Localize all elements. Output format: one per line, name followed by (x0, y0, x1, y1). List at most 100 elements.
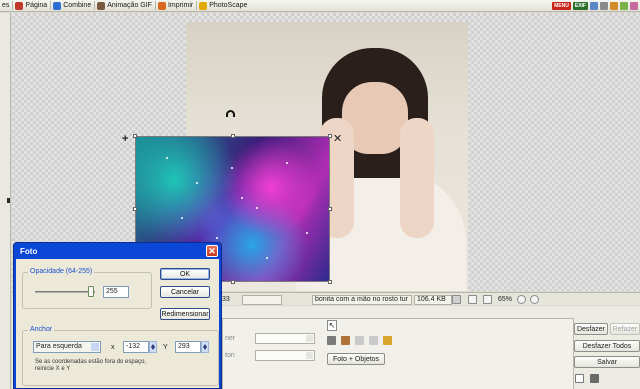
layer-up-icon[interactable] (355, 336, 364, 345)
filename-field: bonita com a mão no rosto tur (312, 295, 412, 305)
option-combo-a[interactable] (255, 333, 315, 344)
resize-handle[interactable] (328, 280, 332, 284)
y-coordinate-input[interactable]: 293 (175, 341, 201, 353)
print-icon (157, 1, 166, 10)
opacity-group: Opacidade (64-255) 255 (22, 268, 152, 309)
delete-object-icon[interactable]: ✕ (333, 134, 342, 145)
zoom-fit-icon[interactable] (468, 295, 477, 304)
empty-status-field (242, 295, 282, 305)
x-spin-buttons[interactable] (149, 341, 157, 353)
resize-handle[interactable] (133, 207, 137, 211)
cursor-tool-icon[interactable]: ↖ (327, 320, 337, 331)
toolbar-item-label: Imprimir (167, 2, 194, 9)
ok-button[interactable]: OK (160, 268, 210, 280)
zoom-in-icon[interactable] (517, 295, 526, 304)
anchor-group: Anchor Para esquerda x -132 Y 293 Se as … (22, 326, 219, 386)
photo-arm-right (400, 118, 434, 238)
resize-handle[interactable] (133, 134, 137, 138)
toolbar-item-label: Página (25, 2, 48, 9)
exif-badge[interactable]: EXIF (572, 2, 588, 10)
left-panel-edge[interactable] (0, 13, 11, 389)
x-label: x (111, 344, 115, 351)
toolbar-item-arrow[interactable]: es (0, 0, 12, 12)
option-label-a: ner (225, 335, 236, 342)
star (241, 197, 243, 199)
splitter-handle[interactable] (7, 198, 10, 203)
tools-icon[interactable] (620, 2, 628, 10)
chevron-down-icon[interactable] (91, 343, 99, 351)
zoom-level: 65% (498, 296, 513, 303)
star (216, 237, 218, 239)
rotate-handle-icon[interactable] (226, 110, 235, 117)
dialog-title: Foto (20, 246, 38, 256)
cancel-button[interactable]: Cancelar (160, 286, 210, 298)
filesize-field: 106.4 KB (414, 295, 452, 305)
opacity-group-label: Opacidade (64-255) (28, 268, 95, 275)
undo-all-button[interactable]: Desfazer Todos (574, 340, 640, 352)
help-icon[interactable] (610, 2, 618, 10)
resize-handle[interactable] (328, 134, 332, 138)
dialog-body: Opacidade (64-255) 255 OK Cancelar Redim… (16, 259, 219, 388)
move-cross-icon[interactable]: + (122, 134, 128, 145)
coordinates-note: Se as coordenadas estão fora do espaço, … (35, 359, 147, 372)
star (256, 207, 258, 209)
star (306, 232, 308, 234)
star (286, 162, 288, 164)
toolbar-item-label: Animação GIF (107, 2, 152, 9)
star (196, 182, 198, 184)
resize-handle[interactable] (328, 207, 332, 211)
top-toolbar: es Página Combine Animação GIF Imprimir … (0, 0, 640, 12)
y-label: Y (163, 344, 168, 351)
zoom-actual-icon[interactable] (483, 295, 492, 304)
option-combo-b[interactable] (255, 350, 315, 361)
x-coordinate-input[interactable]: -132 (123, 341, 149, 353)
insert-photo-icon[interactable] (341, 336, 350, 345)
toolbar-item-photoscape[interactable]: PhotoScape (197, 0, 250, 12)
resize-handle[interactable] (231, 134, 235, 138)
new-file-icon[interactable] (575, 374, 584, 383)
resize-handle[interactable] (231, 280, 235, 284)
y-spin-buttons[interactable] (201, 341, 209, 353)
settings-icon[interactable] (600, 2, 608, 10)
combine-icon (53, 1, 62, 10)
image-index: 33 (222, 296, 230, 303)
zoom-out-icon[interactable] (530, 295, 539, 304)
toolbar-prev-label: es (2, 2, 10, 9)
info-icon[interactable] (590, 2, 598, 10)
star (231, 167, 233, 169)
toolbar-right-group: MENU EXIF (552, 2, 638, 10)
page-icon (15, 1, 24, 10)
close-icon[interactable]: ✕ (206, 245, 218, 257)
opacity-input[interactable]: 255 (103, 286, 129, 298)
save-button[interactable]: Salvar (574, 356, 640, 368)
opacity-slider-thumb[interactable] (88, 286, 94, 297)
anchor-group-label: Anchor (28, 326, 55, 333)
photo-dialog: Foto ✕ Opacidade (64-255) 255 OK Cancela… (13, 242, 222, 389)
tool-options-frame: ner ton ↖ Foto + Objetos (222, 318, 574, 389)
paint-icon[interactable] (383, 336, 392, 345)
gif-icon (97, 1, 106, 10)
object-tool-icon[interactable] (327, 336, 336, 345)
toolbar-item-label: Combine (63, 2, 92, 9)
photo-objects-button[interactable]: Foto + Objetos (327, 353, 385, 365)
photoscape-icon (199, 1, 208, 10)
undo-button[interactable]: Desfazer (574, 323, 608, 335)
option-label-b: ton (225, 352, 235, 359)
print-small-icon[interactable] (590, 374, 599, 383)
redo-button[interactable]: Refazer (610, 323, 640, 335)
resize-button[interactable]: Redimensionar (160, 308, 210, 320)
checker-icon[interactable] (452, 295, 461, 304)
menu-badge[interactable]: MENU (552, 2, 571, 10)
star (266, 257, 268, 259)
layer-down-icon[interactable] (369, 336, 378, 345)
toolbar-item-combine[interactable]: Combine (51, 0, 94, 12)
star (181, 217, 183, 219)
opacity-slider-track[interactable] (35, 291, 95, 293)
toolbar-item-gif[interactable]: Animação GIF (95, 0, 155, 12)
anchor-select[interactable]: Para esquerda (33, 341, 101, 353)
user-icon[interactable] (630, 2, 638, 10)
toolbar-item-pagina[interactable]: Página (13, 0, 50, 12)
anchor-select-value: Para esquerda (36, 343, 82, 350)
star (166, 157, 168, 159)
toolbar-item-imprimir[interactable]: Imprimir (156, 0, 196, 12)
